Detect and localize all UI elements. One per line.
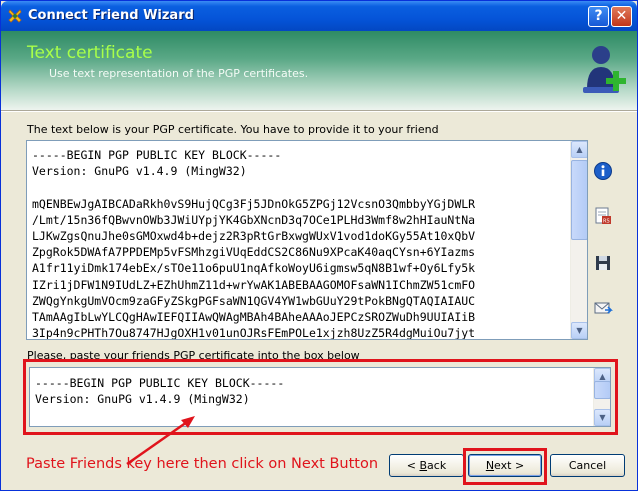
certificate-line: -----BEGIN PGP PUBLIC KEY BLOCK----- [32,148,282,162]
floppy-disk-icon[interactable] [593,253,613,273]
scroll-down-arrow-icon[interactable]: ▼ [571,322,587,339]
cancel-button[interactable]: Cancel [550,454,625,477]
page-title: Text certificate [27,43,153,63]
user-add-icon [583,46,626,93]
window-title: Connect Friend Wizard [28,8,194,23]
paste-area-highlight [23,359,618,435]
back-button-prefix: < [406,459,420,472]
certificate-line: mQENBEwJgAIBCADaRkh0vS9HujQCg3Fj5JDnOkG5… [32,196,476,211]
own-certificate-scrollbar[interactable]: ▲ ▼ [570,141,587,339]
own-certificate-textbox[interactable]: -----BEGIN PGP PUBLIC KEY BLOCK----- Vers… [26,140,588,340]
close-button[interactable]: ✕ [611,6,632,27]
certificate-line: A1fr11yiDmk174ebEx/sTOe11o6puU1nqAfkoWoy… [32,261,476,276]
send-email-icon[interactable] [593,298,613,318]
app-icon [8,9,22,23]
scroll-thumb[interactable] [571,160,587,240]
back-button-label: ack [427,459,447,472]
certificate-line: TAmAAgIbLwYLCQgHAwIEFQIIAwQWAgMBAh4BAheA… [32,310,476,325]
certificate-line: Version: GnuPG v1.4.9 (MingW32) [32,164,247,179]
header-divider [1,110,637,112]
scroll-up-arrow-icon[interactable]: ▲ [571,141,587,158]
back-button-mnemonic: B [419,459,428,472]
save-to-file-icon[interactable]: RS [593,206,613,226]
svg-text:RS: RS [603,219,610,225]
certificate-line: ZpgRok5DWAfA7PPDEMp5vFSMhzgiVUqEddCS2C86… [32,245,476,260]
certificate-line: IZri1jDFW1N9IUdLZ+EZhUhmZ11d+wrYwAK1ABEB… [32,277,476,292]
info-icon[interactable] [593,161,613,181]
wizard-header: Text certificate Use text representation… [1,31,637,110]
certificate-line: /Lmt/15n36fQBwvnOWb3JWiUYpjYK4GbXNcnD3q7… [32,212,476,227]
title-bar[interactable]: Connect Friend Wizard ? ✕ [1,1,637,31]
certificate-line [32,179,567,195]
annotation-text: Paste Friends key here then click on Nex… [26,456,379,472]
certificate-line: 3Ip4n9cPHTh7Ou8747HJgOXH1v01unOJRsFEmPOL… [32,326,476,340]
back-button[interactable]: < Back [389,454,464,477]
own-certificate-label: The text below is your PGP certificate. … [27,123,439,136]
connect-friend-wizard-window: Connect Friend Wizard ? ✕ Text certifica… [0,0,638,491]
certificate-line: ZWQgYnkgUmVOcm9zaGFyZSkgPGFsaWN1QGV4YW1w… [32,293,476,308]
help-button[interactable]: ? [588,6,609,27]
next-button-highlight [463,448,547,485]
own-certificate-text[interactable]: -----BEGIN PGP PUBLIC KEY BLOCK----- Vers… [32,147,567,340]
certificate-line: LJKwZgsQnuJhe0sGMOxwd4b+dejz2R3pRtGrBxwg… [32,229,476,244]
page-subtitle: Use text representation of the PGP certi… [49,67,309,80]
